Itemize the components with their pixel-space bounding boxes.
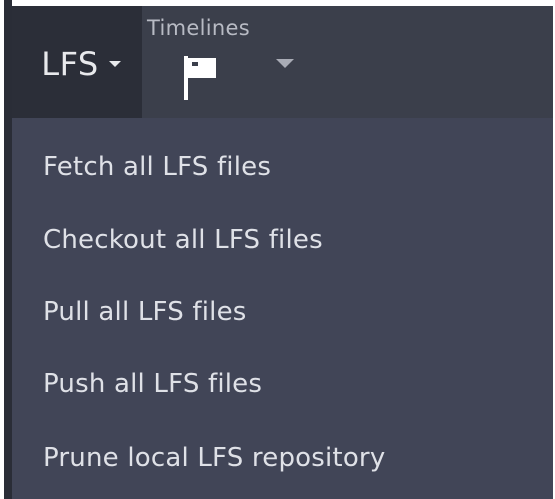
toolbar: LFS Timelines xyxy=(12,6,553,118)
menu-item-prune-local-lfs-repository[interactable]: Prune local LFS repository xyxy=(12,422,553,494)
lfs-dropdown-menu: Fetch all LFS files Checkout all LFS fil… xyxy=(12,118,553,499)
lfs-menu-label: LFS xyxy=(41,45,99,83)
menu-item-fetch-all-lfs-files[interactable]: Fetch all LFS files xyxy=(12,131,553,203)
menu-item-label: Checkout all LFS files xyxy=(43,225,323,255)
menu-item-checkout-all-lfs-files[interactable]: Checkout all LFS files xyxy=(12,204,553,276)
caret-down-icon[interactable] xyxy=(276,59,294,68)
menu-item-pull-all-lfs-files[interactable]: Pull all LFS files xyxy=(12,276,553,348)
caret-down-icon xyxy=(108,61,121,67)
timelines-button[interactable]: Timelines xyxy=(142,6,302,118)
menu-item-label: Prune local LFS repository xyxy=(43,443,386,473)
timelines-label: Timelines xyxy=(147,16,250,40)
flag-icon xyxy=(184,56,216,100)
lfs-menu-button[interactable]: LFS xyxy=(12,6,142,118)
menu-item-label: Pull all LFS files xyxy=(43,297,247,327)
menu-item-label: Push all LFS files xyxy=(43,369,263,399)
menu-item-label: Fetch all LFS files xyxy=(43,152,272,182)
app-frame: LFS Timelines Fetch all LFS files Checko… xyxy=(0,0,555,499)
menu-item-push-all-lfs-files[interactable]: Push all LFS files xyxy=(12,348,553,420)
window-edge-shadow xyxy=(4,0,12,499)
